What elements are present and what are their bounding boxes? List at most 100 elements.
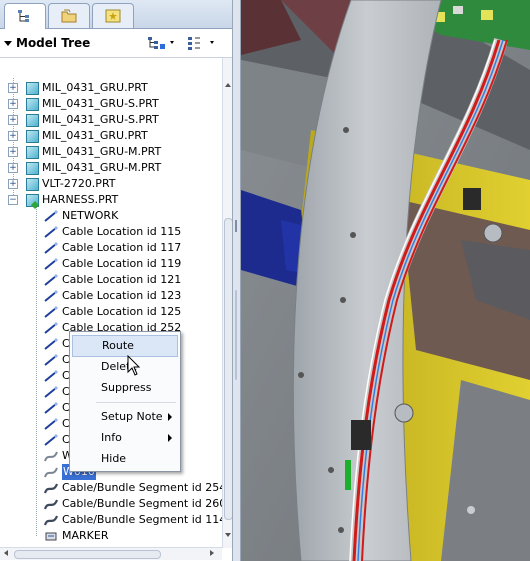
cable-location-icon bbox=[44, 418, 58, 430]
cable-location-icon bbox=[44, 322, 58, 334]
part-icon bbox=[26, 82, 39, 95]
submenu-arrow-icon bbox=[168, 413, 172, 421]
menu-item-setup-note[interactable]: Setup Note bbox=[72, 407, 178, 427]
panel-splitter[interactable] bbox=[233, 0, 241, 561]
part-icon bbox=[26, 162, 39, 175]
model-tree-icon bbox=[18, 10, 29, 22]
tree-row-label: MIL_0431_GRU.PRT bbox=[42, 129, 148, 142]
menu-item-route[interactable]: Route bbox=[72, 335, 178, 357]
collapse-icon[interactable]: − bbox=[8, 195, 18, 205]
tree-row-label: Cable Location id 115 bbox=[62, 225, 182, 238]
cable-location-icon bbox=[44, 306, 58, 318]
menu-item-label: Setup Note bbox=[101, 410, 163, 423]
bundle-segment-icon bbox=[44, 515, 58, 526]
scroll-up-icon[interactable] bbox=[225, 83, 231, 87]
tree-row-label: Cable Location id 123 bbox=[62, 289, 182, 302]
context-menu: Route Delete Suppress Setup Note Info Hi… bbox=[69, 331, 181, 472]
tree-columns-icon bbox=[188, 37, 214, 50]
bundle-segment-icon bbox=[44, 483, 58, 494]
scrollbar-thumb[interactable] bbox=[224, 218, 232, 520]
part-icon bbox=[26, 130, 39, 143]
model-tree-panel: Model Tree + MIL_0431_GRU.PRT + MIL_0431… bbox=[0, 0, 233, 561]
scroll-right-icon[interactable] bbox=[210, 550, 214, 556]
cable-location-icon bbox=[44, 402, 58, 414]
scroll-down-icon[interactable] bbox=[225, 533, 231, 537]
harness-badge-icon bbox=[31, 201, 39, 209]
menu-item-label: Hide bbox=[101, 452, 127, 465]
3d-graphics-window[interactable] bbox=[241, 0, 530, 561]
favorites-icon bbox=[105, 9, 121, 23]
expand-icon[interactable]: + bbox=[8, 179, 18, 189]
part-icon bbox=[26, 114, 39, 127]
tree-row-label: MIL_0431_GRU-S.PRT bbox=[42, 97, 159, 110]
folder-icon bbox=[61, 9, 77, 23]
cable-location-icon bbox=[44, 354, 58, 366]
model-tree: + MIL_0431_GRU.PRT + MIL_0431_GRU-S.PRT … bbox=[0, 78, 222, 548]
model-tree-header: Model Tree bbox=[0, 29, 232, 58]
cable-location-icon bbox=[44, 370, 58, 382]
collapse-caret-icon[interactable] bbox=[4, 41, 12, 46]
tree-row-label: Cable Location id 125 bbox=[62, 305, 182, 318]
cable-location-icon bbox=[44, 434, 58, 446]
cable-location-icon bbox=[44, 242, 58, 254]
menu-item-label: Info bbox=[101, 431, 122, 444]
harness-3d-model[interactable] bbox=[241, 0, 530, 561]
expand-icon[interactable]: + bbox=[8, 83, 18, 93]
tree-row-label: Cable Location id 117 bbox=[62, 241, 182, 254]
tree-row-label: MIL_0431_GRU-S.PRT bbox=[42, 113, 159, 126]
menu-item-hide[interactable]: Hide bbox=[72, 449, 178, 469]
cable-location-icon bbox=[44, 290, 58, 302]
bundle-segment-icon bbox=[44, 499, 58, 510]
model-tree-tab[interactable] bbox=[4, 3, 46, 29]
panel-tab-bar bbox=[0, 0, 232, 29]
tree-connector bbox=[36, 206, 37, 536]
tree-row-label: MIL_0431_GRU-M.PRT bbox=[42, 161, 162, 174]
cable-location-icon bbox=[44, 386, 58, 398]
wire-icon bbox=[44, 451, 58, 462]
part-icon bbox=[26, 178, 39, 191]
marker-icon bbox=[45, 532, 57, 541]
folder-browser-tab[interactable] bbox=[48, 3, 90, 28]
network-icon bbox=[44, 210, 58, 222]
cable-location-icon bbox=[44, 338, 58, 350]
tree-row-label: HARNESS.PRT bbox=[42, 193, 119, 206]
expand-icon[interactable]: + bbox=[8, 131, 18, 141]
tree-row-label: VLT-2720.PRT bbox=[42, 177, 116, 190]
submenu-arrow-icon bbox=[168, 434, 172, 442]
favorites-tab[interactable] bbox=[92, 3, 134, 28]
menu-item-info[interactable]: Info bbox=[72, 428, 178, 448]
tree-row-label: MIL_0431_GRU.PRT bbox=[42, 81, 148, 94]
tree-settings-button[interactable] bbox=[146, 35, 176, 51]
tree-column-header bbox=[0, 58, 222, 78]
tree-row-label: Cable/Bundle Segment id 254 bbox=[62, 481, 222, 494]
menu-item-delete[interactable]: Delete bbox=[72, 357, 178, 377]
cable-location-icon bbox=[44, 226, 58, 238]
tree-row-label: Cable/Bundle Segment id 260 bbox=[62, 497, 222, 510]
cable-location-icon bbox=[44, 258, 58, 270]
menu-item-label: Route bbox=[102, 339, 134, 352]
expand-icon[interactable]: + bbox=[8, 115, 18, 125]
scrollbar-thumb[interactable] bbox=[14, 550, 161, 559]
tree-row-label: MARKER bbox=[62, 529, 109, 542]
tree-row-label: MIL_0431_GRU-M.PRT bbox=[42, 145, 162, 158]
panel-title: Model Tree bbox=[16, 36, 91, 50]
tree-row-label: Cable Location id 119 bbox=[62, 257, 182, 270]
part-icon bbox=[26, 98, 39, 111]
tree-row-label: Cable/Bundle Segment id 114 bbox=[62, 513, 222, 526]
expand-icon[interactable]: + bbox=[8, 99, 18, 109]
tree-horizontal-scrollbar[interactable] bbox=[0, 547, 222, 560]
scroll-left-icon[interactable] bbox=[4, 550, 8, 556]
expand-icon[interactable]: + bbox=[8, 147, 18, 157]
tree-vertical-scrollbar[interactable] bbox=[222, 58, 232, 548]
tree-row-label: NETWORK bbox=[62, 209, 119, 222]
menu-item-label: Suppress bbox=[101, 381, 152, 394]
cable-location-icon bbox=[44, 274, 58, 286]
expand-icon[interactable]: + bbox=[8, 163, 18, 173]
menu-separator bbox=[96, 402, 176, 403]
part-icon bbox=[26, 146, 39, 159]
wire-icon bbox=[44, 467, 58, 478]
tree-settings-icon bbox=[148, 37, 174, 49]
tree-columns-button[interactable] bbox=[186, 35, 216, 51]
mouse-cursor-icon bbox=[127, 355, 141, 376]
menu-item-suppress[interactable]: Suppress bbox=[72, 378, 178, 398]
